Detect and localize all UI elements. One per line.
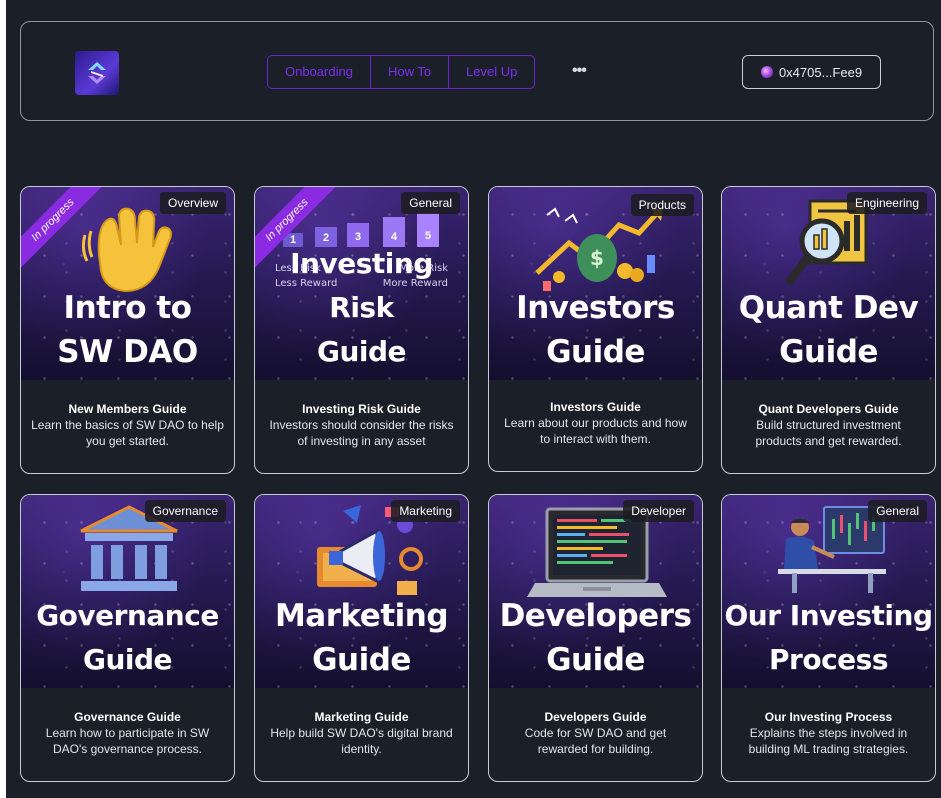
card-image-title: Marketing Guide [274, 598, 449, 678]
card-title: Investing Risk Guide [302, 402, 421, 416]
wallet-address: 0x4705...Fee9 [778, 64, 863, 80]
card-title: Quant Developers Guide [758, 402, 899, 416]
category-tag: Products [630, 194, 694, 216]
category-tag: Developer [623, 500, 694, 522]
wallet-button[interactable]: 0x4705...Fee9 [742, 55, 881, 89]
card-image: Quant Dev Guide [722, 187, 935, 380]
card-body: Quant Developers Guide Build structured … [722, 380, 935, 449]
wallet-avatar-icon [760, 66, 773, 78]
card-our-investing-process[interactable]: Our Investing Process General Our Invest… [721, 494, 936, 782]
category-tag: Overview [159, 192, 226, 214]
card-body: Our Investing Process Explains the steps… [722, 688, 935, 757]
tab-onboarding[interactable]: Onboarding [268, 56, 371, 88]
tab-how-to[interactable]: How To [371, 56, 450, 88]
card-description: Learn the basics of SW DAO to help you g… [31, 418, 224, 448]
card-marketing-guide[interactable]: Marketing Guide Marketing Marketing Guid… [254, 494, 469, 782]
card-governance-guide[interactable]: Governance Guide Governance Governance G… [20, 494, 235, 782]
card-image-title: Governance Guide [36, 599, 219, 676]
app-background: Onboarding How To Level Up ••• 0x4705...… [6, 0, 941, 798]
card-body: New Members Guide Learn the basics of SW… [21, 380, 234, 449]
card-title: Marketing Guide [314, 710, 409, 724]
card-body: Marketing Guide Help build SW DAO's digi… [255, 688, 468, 757]
category-tag: General [401, 192, 460, 214]
card-new-members-guide[interactable]: Intro to SW DAO In progress Overview New… [20, 186, 235, 474]
card-description: Code for SW DAO and get rewarded for bui… [524, 726, 667, 756]
card-image: Governance Guide [21, 495, 234, 688]
card-title: Our Investing Process [764, 710, 893, 724]
card-quant-developers-guide[interactable]: Quant Dev Guide Engineering Quant Develo… [721, 186, 936, 474]
card-title: New Members Guide [68, 402, 187, 416]
card-title: Developers Guide [544, 710, 647, 724]
card-description: Learn how to participate in SW DAO's gov… [45, 726, 210, 756]
card-title: Investors Guide [550, 400, 641, 414]
top-header: Onboarding How To Level Up ••• 0x4705...… [20, 21, 934, 121]
card-description: Learn about our products and how to inte… [504, 416, 687, 446]
card-image-title: Developers Guide [499, 598, 692, 678]
card-image: Our Investing Process [722, 495, 935, 688]
investors-illustration-icon: $ [535, 207, 663, 291]
category-tag: General [868, 500, 927, 522]
logo-mark-icon [88, 62, 106, 84]
card-body: Investors Guide Learn about our products… [489, 380, 702, 447]
category-tag: Governance [144, 500, 226, 522]
card-investors-guide[interactable]: $ Investors Guide Products Investors Gui… [488, 186, 703, 472]
more-menu-icon[interactable]: ••• [572, 62, 587, 80]
category-tag: Marketing [391, 500, 460, 522]
card-image-title: Investing Risk Guide [290, 247, 433, 368]
waving-hand-icon [81, 207, 172, 293]
sw-dao-logo[interactable] [75, 51, 119, 95]
card-body: Developers Guide Code for SW DAO and get… [489, 688, 702, 757]
card-image: Marketing Guide [255, 495, 468, 688]
card-image: Developers Guide [489, 495, 702, 688]
card-title: Governance Guide [74, 710, 181, 724]
card-description: Build structured investment products and… [755, 418, 902, 448]
card-image-title: Intro to SW DAO [57, 290, 198, 370]
card-body: Investing Risk Guide Investors should co… [255, 380, 468, 449]
card-description: Explains the steps involved in building … [748, 726, 909, 756]
card-body: Governance Guide Learn how to participat… [21, 688, 234, 757]
card-image-title: Quant Dev Guide [738, 290, 919, 370]
category-tag: Engineering [846, 192, 927, 214]
card-image-title: Investors Guide [516, 290, 675, 370]
card-investing-risk-guide[interactable]: 1 2 3 4 5 Less Risk Less Reward More Ris… [254, 186, 469, 474]
svg-text:$: $ [590, 246, 604, 270]
card-description: Investors should consider the risks of i… [269, 418, 454, 448]
card-developers-guide[interactable]: Developers Guide Developer Developers Gu… [488, 494, 703, 782]
nav-tab-group: Onboarding How To Level Up [267, 55, 536, 89]
card-image-title: Our Investing Process [724, 599, 933, 676]
card-description: Help build SW DAO's digital brand identi… [270, 726, 453, 756]
tab-level-up[interactable]: Level Up [449, 56, 534, 88]
